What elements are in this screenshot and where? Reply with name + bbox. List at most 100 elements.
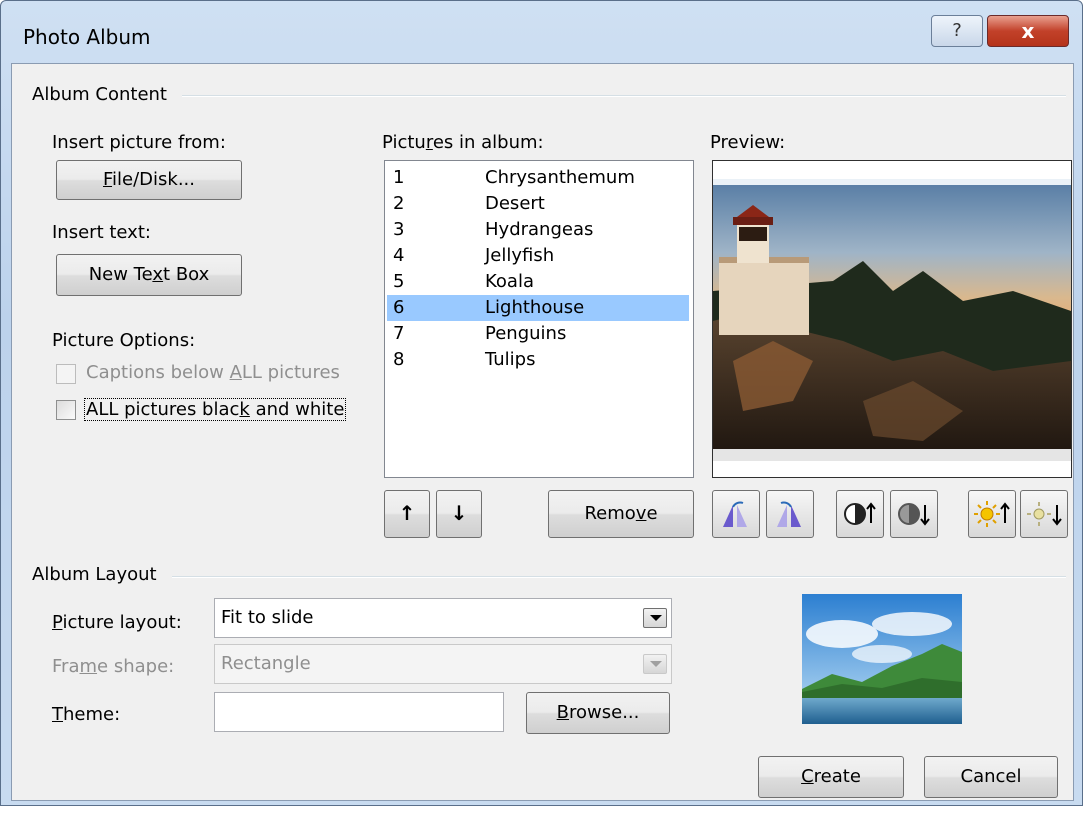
pictures-in-album-label: Pictures in album:	[382, 132, 544, 153]
contrast-down-button[interactable]	[890, 490, 938, 538]
album-layout-group-label: Album Layout	[32, 564, 163, 585]
create-button[interactable]: Create	[758, 756, 904, 798]
picture-name: Hydrangeas	[485, 219, 594, 240]
chevron-down-icon	[643, 654, 667, 674]
black-white-checkbox[interactable]	[56, 400, 76, 420]
arrow-up-icon: ↑	[398, 501, 416, 525]
frame-shape-label: Frame shape:	[52, 656, 174, 677]
picture-list-item[interactable]: 1 Chrysanthemum	[387, 165, 689, 191]
frame-shape-accesskey: m	[79, 656, 98, 677]
picture-number: 1	[393, 167, 405, 188]
black-white-checkbox-label: ALL pictures black and white	[84, 398, 347, 421]
chevron-down-icon[interactable]	[643, 608, 667, 628]
picture-layout-select[interactable]: Fit to slide	[214, 598, 672, 638]
captions-label-post: LL pictures	[241, 362, 340, 383]
new-text-box-label-pre: New Te	[88, 264, 153, 285]
file-disk-button[interactable]: File/Disk...	[56, 160, 242, 200]
title-bar: Photo Album ? x	[1, 1, 1082, 61]
rotate-left-icon	[723, 501, 747, 527]
brightness-up-button[interactable]	[968, 490, 1016, 538]
picture-name: Penguins	[485, 323, 567, 344]
picture-list-item[interactable]: 7 Penguins	[387, 321, 689, 347]
pictures-label-post: es in album:	[432, 132, 544, 153]
bw-label-pre: ALL pictures blac	[86, 399, 240, 420]
picture-number: 8	[393, 349, 405, 370]
picture-number: 2	[393, 193, 405, 214]
picture-name: Tulips	[485, 349, 536, 370]
picture-list-item[interactable]: 4 Jellyfish	[387, 243, 689, 269]
dialog-title: Photo Album	[23, 25, 151, 49]
move-up-button[interactable]: ↑	[384, 490, 430, 538]
picture-options-label: Picture Options:	[52, 330, 196, 351]
insert-picture-from-label: Insert picture from:	[52, 132, 226, 153]
contrast-up-button[interactable]	[836, 490, 884, 538]
layout-preview-thumbnail	[802, 594, 962, 724]
frame-shape-value: Rectangle	[221, 653, 311, 674]
frame-shape-label-pre: Fra	[52, 656, 80, 677]
picture-list-item-selected[interactable]: 6 Lighthouse	[387, 295, 689, 321]
preview-label: Preview:	[710, 132, 786, 153]
picture-number: 7	[393, 323, 405, 344]
album-content-group-label: Album Content	[32, 84, 173, 105]
picture-layout-accesskey: P	[52, 612, 63, 633]
create-accesskey: C	[801, 766, 814, 787]
captions-accesskey: A	[229, 362, 242, 383]
pictures-listbox[interactable]: 1 Chrysanthemum 2 Desert 3 Hydrangeas 4 Jell…	[384, 160, 694, 478]
close-button[interactable]: x	[987, 15, 1069, 47]
theme-input[interactable]	[214, 692, 504, 732]
picture-number: 4	[393, 245, 405, 266]
picture-name: Chrysanthemum	[485, 167, 635, 188]
rotate-left-button[interactable]	[712, 490, 760, 538]
picture-name: Jellyfish	[485, 245, 555, 266]
new-text-box-button[interactable]: New Text Box	[56, 254, 242, 296]
help-button[interactable]: ?	[931, 15, 983, 47]
picture-layout-value: Fit to slide	[221, 607, 314, 628]
bw-label-post: and white	[249, 399, 345, 420]
insert-text-label: Insert text:	[52, 222, 151, 243]
create-label-post: reate	[813, 766, 861, 787]
rotate-right-button[interactable]	[766, 490, 814, 538]
picture-list-item[interactable]: 3 Hydrangeas	[387, 217, 689, 243]
theme-label: Theme:	[52, 704, 120, 725]
pictures-accesskey: r	[425, 132, 433, 153]
remove-label-post: e	[646, 503, 658, 524]
rotate-right-icon	[777, 501, 801, 527]
new-text-box-label-post: t Box	[163, 264, 210, 285]
preview-pane	[712, 160, 1072, 478]
arrow-down-icon: ↓	[450, 501, 468, 525]
contrast-up-icon	[844, 502, 876, 525]
picture-layout-label-post: icture layout:	[62, 612, 182, 633]
picture-number: 6	[393, 297, 405, 318]
frame-shape-label-post: e shape:	[97, 656, 175, 677]
picture-list-item[interactable]: 2 Desert	[387, 191, 689, 217]
browse-label-post: rowse...	[569, 702, 640, 723]
brightness-down-button[interactable]	[1020, 490, 1068, 538]
remove-button[interactable]: Remove	[548, 490, 694, 538]
frame-shape-select: Rectangle	[214, 644, 672, 684]
bw-accesskey: k	[239, 399, 250, 420]
cancel-button[interactable]: Cancel	[924, 756, 1058, 798]
remove-label-pre: Remo	[584, 503, 636, 524]
picture-number: 5	[393, 271, 405, 292]
captions-checkbox-label: Captions below ALL pictures	[86, 362, 340, 383]
file-disk-label-post: ile/Disk...	[112, 169, 195, 190]
picture-name: Lighthouse	[485, 297, 585, 318]
browse-accesskey: B	[556, 702, 569, 723]
move-down-button[interactable]: ↓	[436, 490, 482, 538]
theme-label-post: heme:	[63, 704, 121, 725]
browse-button[interactable]: Browse...	[526, 692, 670, 734]
brightness-up-icon	[974, 501, 1010, 527]
new-text-box-accesskey: x	[152, 264, 164, 285]
landscape-thumbnail	[802, 594, 962, 724]
remove-accesskey: v	[635, 503, 647, 524]
dialog-client-area: Album Content Insert picture from: File/…	[11, 63, 1074, 801]
picture-list-item[interactable]: 8 Tulips	[387, 347, 689, 373]
picture-name: Desert	[485, 193, 545, 214]
captions-label-pre: Captions below	[86, 362, 230, 383]
picture-list-item[interactable]: 5 Koala	[387, 269, 689, 295]
lighthouse-photo	[713, 161, 1071, 477]
theme-accesskey: T	[52, 704, 63, 725]
photo-album-dialog: Photo Album ? x Album Content Insert pic…	[0, 0, 1083, 806]
captions-checkbox[interactable]	[56, 364, 76, 384]
picture-name: Koala	[485, 271, 534, 292]
